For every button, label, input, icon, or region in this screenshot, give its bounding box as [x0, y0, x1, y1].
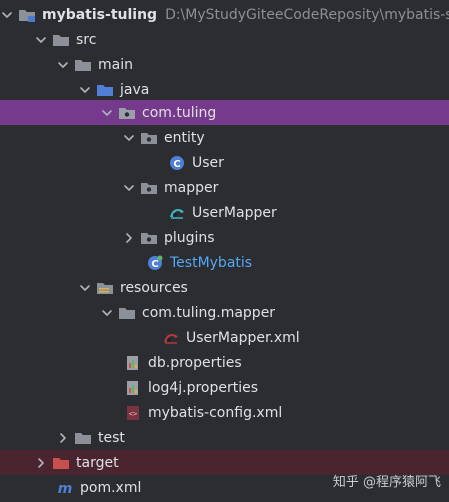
chevron-down-icon[interactable] — [0, 8, 14, 22]
chevron-right-icon[interactable] — [56, 431, 70, 445]
mapper-interface-icon — [168, 205, 186, 221]
folder-icon — [74, 430, 92, 446]
tree-item-label: com.tuling — [142, 104, 217, 121]
tree-item-file-usermapper-xml[interactable]: UserMapper.xml — [0, 325, 449, 350]
watermark: 知乎 @程序猿阿飞 — [332, 475, 441, 490]
xml-icon: <> — [124, 405, 142, 421]
tree-item-label: db.properties — [148, 354, 242, 371]
tree-item-label: test — [98, 429, 125, 446]
tree-item-resources[interactable]: resources — [0, 275, 449, 300]
properties-icon — [124, 380, 142, 396]
tree-item-class-testmybatis[interactable]: C TestMybatis — [0, 250, 449, 275]
excluded-folder-icon — [52, 455, 70, 471]
tree-item-interface-usermapper[interactable]: UserMapper — [0, 200, 449, 225]
tree-item-test[interactable]: test — [0, 425, 449, 450]
svg-text:m: m — [58, 481, 73, 496]
chevron-down-icon[interactable] — [78, 83, 92, 97]
tree-item-main[interactable]: main — [0, 52, 449, 77]
tree-item-label: main — [98, 56, 133, 73]
tree-item-label: UserMapper.xml — [186, 329, 300, 346]
mybatis-xml-icon — [162, 330, 180, 346]
maven-icon: m — [56, 480, 74, 496]
package-icon — [140, 180, 158, 196]
package-icon — [118, 105, 136, 121]
project-path: D:\MyStudyGiteeCodeReposity\mybatis-sc — [165, 6, 449, 23]
chevron-down-icon[interactable] — [122, 131, 136, 145]
tree-item-class-user[interactable]: C User — [0, 150, 449, 175]
tree-item-label: entity — [164, 129, 205, 146]
folder-icon — [74, 57, 92, 73]
tree-item-package-com-tuling[interactable]: com.tuling — [0, 100, 449, 125]
tree-item-label: mapper — [164, 179, 219, 196]
class-icon: C — [168, 155, 186, 171]
chevron-down-icon[interactable] — [100, 306, 114, 320]
chevron-down-icon[interactable] — [78, 281, 92, 295]
chevron-right-icon[interactable] — [122, 231, 136, 245]
tree-item-label: log4j.properties — [148, 379, 259, 396]
project-name: mybatis-tuling — [42, 6, 158, 23]
svg-text:<>: <> — [129, 410, 137, 418]
tree-item-package-plugins[interactable]: plugins — [0, 225, 449, 250]
folder-icon — [118, 305, 136, 321]
folder-icon — [52, 32, 70, 48]
chevron-down-icon[interactable] — [122, 181, 136, 195]
tree-item-file-log4j-properties[interactable]: log4j.properties — [0, 375, 449, 400]
package-icon — [140, 230, 158, 246]
tree-item-label: resources — [120, 279, 188, 296]
chevron-down-icon[interactable] — [34, 33, 48, 47]
tree-item-file-db-properties[interactable]: db.properties — [0, 350, 449, 375]
tree-item-label: java — [120, 81, 150, 98]
source-folder-icon — [96, 82, 114, 98]
tree-item-java[interactable]: java — [0, 77, 449, 102]
module-folder-icon — [18, 7, 36, 23]
properties-icon — [124, 355, 142, 371]
tree-item-label: plugins — [164, 229, 215, 246]
svg-text:C: C — [151, 259, 158, 270]
resources-folder-icon — [96, 280, 114, 296]
test-class-icon: C — [146, 255, 164, 271]
tree-item-src[interactable]: src — [0, 27, 449, 52]
tree-item-folder-com-tuling-mapper[interactable]: com.tuling.mapper — [0, 300, 449, 325]
chevron-down-icon[interactable] — [100, 106, 114, 120]
tree-item-label: mybatis-config.xml — [148, 404, 283, 421]
tree-item-label: target — [76, 454, 119, 471]
tree-item-label: com.tuling.mapper — [142, 304, 276, 321]
tree-item-label: pom.xml — [80, 479, 142, 496]
tree-item-package-mapper[interactable]: mapper — [0, 175, 449, 200]
chevron-right-icon[interactable] — [34, 456, 48, 470]
project-tree: mybatis-tuling D:\MyStudyGiteeCodeReposi… — [0, 0, 449, 502]
chevron-down-icon[interactable] — [56, 58, 70, 72]
tree-item-label: UserMapper — [192, 204, 277, 221]
tree-item-label: User — [192, 154, 224, 171]
tree-item-label: src — [76, 31, 97, 48]
svg-text:C: C — [173, 159, 180, 170]
package-icon — [140, 130, 158, 146]
tree-item-package-entity[interactable]: entity — [0, 125, 449, 150]
tree-item-file-mybatis-config-xml[interactable]: <> mybatis-config.xml — [0, 400, 449, 425]
tree-item-label: TestMybatis — [170, 254, 253, 271]
tree-item-project-root[interactable]: mybatis-tuling D:\MyStudyGiteeCodeReposi… — [0, 2, 449, 27]
